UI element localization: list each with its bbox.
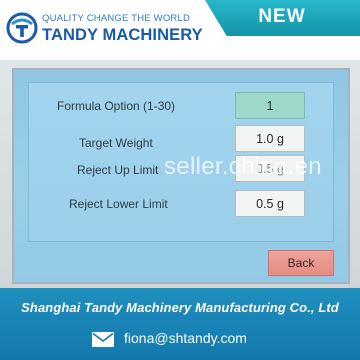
touch-screen: Formula Option (1-30) 1 Target Weight 1.… [12,68,350,284]
reject-lower-limit-value: 0.5 g [256,196,284,211]
reject-lower-limit-field[interactable]: 0.5 g [235,190,305,217]
watermark: seller.china.en [164,153,322,180]
reject-up-limit-label: Reject Up Limit [77,163,159,177]
formula-option-label: Formula Option (1-30) [57,99,176,113]
tandy-logo-icon [6,12,38,44]
target-weight-field[interactable]: 1.0 g [235,125,305,152]
target-weight-label: Target Weight [79,136,153,150]
device-photo: Formula Option (1-30) 1 Target Weight 1.… [0,60,360,288]
formula-option-value: 1 [266,98,274,113]
back-button[interactable]: Back [268,250,334,276]
reject-lower-limit-label: Reject Lower Limit [69,197,168,211]
new-badge: NEW [258,6,306,27]
company-name: Shanghai Tandy Machinery Manufacturing C… [21,300,339,315]
email-address[interactable]: fiona@shtandy.com [124,330,247,346]
footer: Shanghai Tandy Machinery Manufacturing C… [0,288,360,360]
target-weight-value: 1.0 g [256,131,284,146]
formula-option-field[interactable]: 1 [235,92,305,119]
brand-name: TANDY MACHINERY [42,26,203,44]
header: QUALITY CHANGE THE WORLD TANDY MACHINERY… [0,0,360,60]
tagline: QUALITY CHANGE THE WORLD [42,13,191,24]
envelope-icon [92,332,114,347]
